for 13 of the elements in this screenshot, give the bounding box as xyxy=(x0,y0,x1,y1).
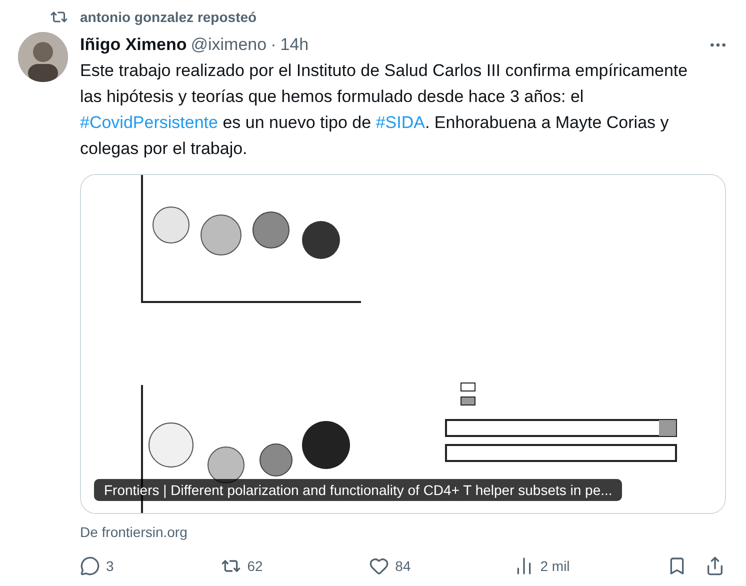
timestamp[interactable]: 14h xyxy=(280,35,309,55)
views-button[interactable]: 2 mil xyxy=(514,556,667,576)
repost-label: antonio gonzalez reposteó xyxy=(80,9,257,25)
link-card[interactable]: Frontiers | Different polarization and functionality of CD4+ T helper subsets in pe... xyxy=(80,174,726,514)
card-title: Frontiers | Different polarization and functionality of CD4+ T helper subsets in pe... xyxy=(94,479,622,501)
author-handle[interactable]: @iximeno xyxy=(190,35,267,55)
tweet-text: Este trabajo realizado por el Instituto de Salud Carlos III confirma empíricamente las hipótesis y teorías que hemos formulado desde hace 3 años: el #CovidPersistente es un nuevo tipo de #SIDA. Enhorabuena a Mayte Corias y colegas por el trabajo. xyxy=(80,60,689,160)
reply-button[interactable]: 3 xyxy=(80,556,222,576)
repost-button[interactable]: 62 xyxy=(221,556,370,576)
like-button[interactable]: 84 xyxy=(369,556,514,576)
card-source[interactable]: De frontiersin.org xyxy=(80,524,728,540)
author-name[interactable]: Iñigo Ximeno xyxy=(80,35,187,55)
separator-dot: · xyxy=(270,35,276,55)
